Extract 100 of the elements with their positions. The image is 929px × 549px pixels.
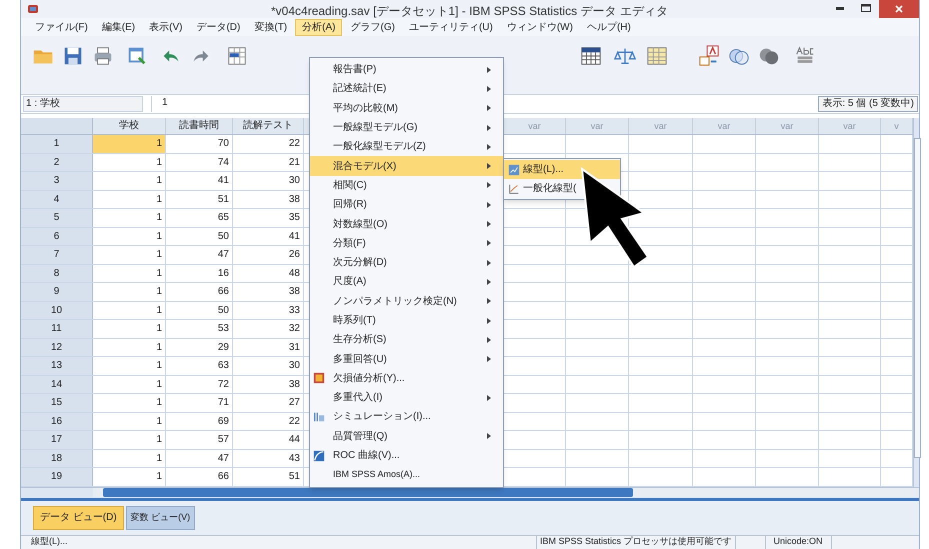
submenu-arrow-icon (487, 356, 491, 362)
menu-item[interactable]: データ(D) (190, 18, 246, 36)
column-header[interactable]: 学校 (93, 118, 166, 134)
menu-item[interactable]: 一般化線型モデル(Z) (310, 137, 503, 156)
row-number[interactable]: 2 (21, 154, 93, 171)
table-cell: 1 (93, 190, 166, 208)
value-labels-icon[interactable] (697, 45, 721, 67)
row-number[interactable]: 13 (21, 357, 93, 374)
table-cell: 1 (93, 135, 166, 152)
menu-item[interactable]: ヘルプ(H) (580, 18, 637, 36)
table-cell: 22 (233, 135, 304, 152)
menu-item[interactable]: 品質管理(Q) (310, 426, 503, 446)
table-cell: 27 (233, 394, 304, 412)
line-chart-icon (508, 182, 520, 194)
menu-item[interactable]: 表示(V) (143, 18, 188, 36)
menu-item[interactable]: 多重代入(I) (310, 388, 503, 408)
submenu-arrow-icon (487, 144, 491, 150)
menu-item[interactable]: 編集(E) (96, 18, 142, 36)
menu-item[interactable]: ウィンドウ(W) (500, 18, 579, 36)
menu-item[interactable]: 尺度(A) (310, 272, 503, 292)
table-cell: 1 (93, 376, 166, 393)
table-cell: 1 (93, 209, 166, 226)
close-button[interactable] (879, 0, 919, 18)
menu-item[interactable]: 多重回答(U) (310, 349, 503, 369)
column-header[interactable]: 読書時間 (166, 118, 233, 134)
menu-item[interactable]: 一般化線型( (504, 179, 620, 198)
table-cell: 1 (93, 431, 166, 448)
table-cell: 30 (233, 172, 304, 190)
menu-item[interactable]: 分類(F) (310, 234, 503, 253)
table-cell: 1 (93, 283, 166, 300)
menu-item[interactable]: 対数線型(O) (310, 214, 503, 234)
row-number[interactable]: 7 (21, 246, 93, 264)
table-cell: 1 (93, 264, 166, 282)
table-cell: 30 (233, 357, 304, 374)
view-tab[interactable]: 変数 ビュー(V) (126, 506, 196, 530)
submenu-arrow-icon (487, 163, 491, 170)
row-number[interactable]: 5 (21, 209, 93, 226)
table-cell: 66 (166, 283, 233, 300)
menu-item[interactable]: ROC 曲線(V)... (310, 446, 503, 466)
row-number[interactable]: 6 (21, 228, 93, 245)
submenu-arrow-icon (487, 298, 491, 304)
menu-item[interactable]: 生存分析(S) (310, 330, 503, 350)
table-cell: 21 (233, 154, 304, 171)
column-header[interactable]: 読解テスト (233, 118, 304, 134)
table-cell: 29 (166, 338, 233, 356)
menu-item[interactable]: 平均の比較(M) (310, 98, 503, 118)
menu-item[interactable]: 記述統計(E) (310, 79, 503, 99)
horizontal-scrollbar[interactable] (93, 488, 919, 497)
menu-item[interactable]: 線型(L)... (504, 160, 620, 179)
row-number[interactable]: 16 (21, 412, 93, 430)
visible-variables-label: 表示: 5 個 (5 変数中) (818, 96, 918, 112)
submenu-arrow-icon (487, 240, 491, 246)
row-number[interactable]: 17 (21, 431, 93, 448)
table-cell: 1 (93, 228, 166, 245)
menu-item[interactable]: ユーティリティ(U) (402, 18, 499, 36)
table-cell: 50 (166, 302, 233, 319)
row-number[interactable]: 12 (21, 338, 93, 356)
table-cell: 38 (233, 376, 304, 393)
row-number[interactable]: 4 (21, 190, 93, 208)
menu-item[interactable]: 一般線型モデル(G) (310, 118, 503, 138)
vertical-scrollbar[interactable] (913, 118, 919, 486)
table-icon[interactable] (579, 45, 603, 67)
menu-item[interactable]: 回帰(R) (310, 195, 503, 214)
submenu-arrow-icon (487, 182, 491, 188)
row-number[interactable]: 3 (21, 172, 93, 190)
row-number[interactable]: 10 (21, 302, 93, 319)
row-number[interactable]: 8 (21, 264, 93, 282)
menu-item[interactable]: ファイル(F) (29, 18, 94, 36)
menu-item[interactable]: IBM SPSS Amos(A)... (310, 465, 503, 485)
menu-item[interactable]: グラフ(G) (344, 18, 401, 36)
table-cell: 1 (93, 394, 166, 412)
menu-item[interactable]: 次元分解(D) (310, 252, 503, 272)
table-cell: 48 (233, 264, 304, 282)
menu-item[interactable]: 報告書(P) (310, 60, 503, 80)
row-number[interactable]: 19 (21, 468, 93, 486)
submenu-arrow-icon (487, 221, 491, 228)
table-cell: 1 (93, 154, 166, 171)
menu-item[interactable]: 時系列(T) (310, 310, 503, 330)
table-cell: 31 (233, 338, 304, 356)
table-cell: 38 (233, 283, 304, 300)
table-cell: 35 (233, 209, 304, 226)
row-number[interactable]: 9 (21, 283, 93, 300)
table-cell: 50 (166, 228, 233, 245)
table-cell: 72 (166, 376, 233, 393)
menu-item[interactable]: 相関(C) (310, 176, 503, 196)
maximize-icon (861, 4, 871, 12)
row-number[interactable]: 15 (21, 394, 93, 412)
view-tab[interactable]: データ ビュー(D) (33, 506, 124, 530)
menu-item[interactable]: 分析(A) (295, 18, 342, 36)
row-number[interactable]: 1 (21, 135, 93, 152)
grid-icon[interactable] (645, 45, 669, 67)
menu-item[interactable]: ノンパラメトリック検定(N) (310, 292, 503, 311)
menu-item[interactable]: 変換(T) (248, 18, 294, 36)
row-number[interactable]: 18 (21, 450, 93, 467)
menu-item[interactable]: 欠損値分析(Y)... (310, 368, 503, 388)
table-cell: 47 (166, 246, 233, 264)
row-number[interactable]: 11 (21, 320, 93, 338)
menu-item[interactable]: シミュレーション(I)... (310, 407, 503, 427)
row-number[interactable]: 14 (21, 376, 93, 393)
menu-item[interactable]: 混合モデル(X) (310, 156, 503, 176)
